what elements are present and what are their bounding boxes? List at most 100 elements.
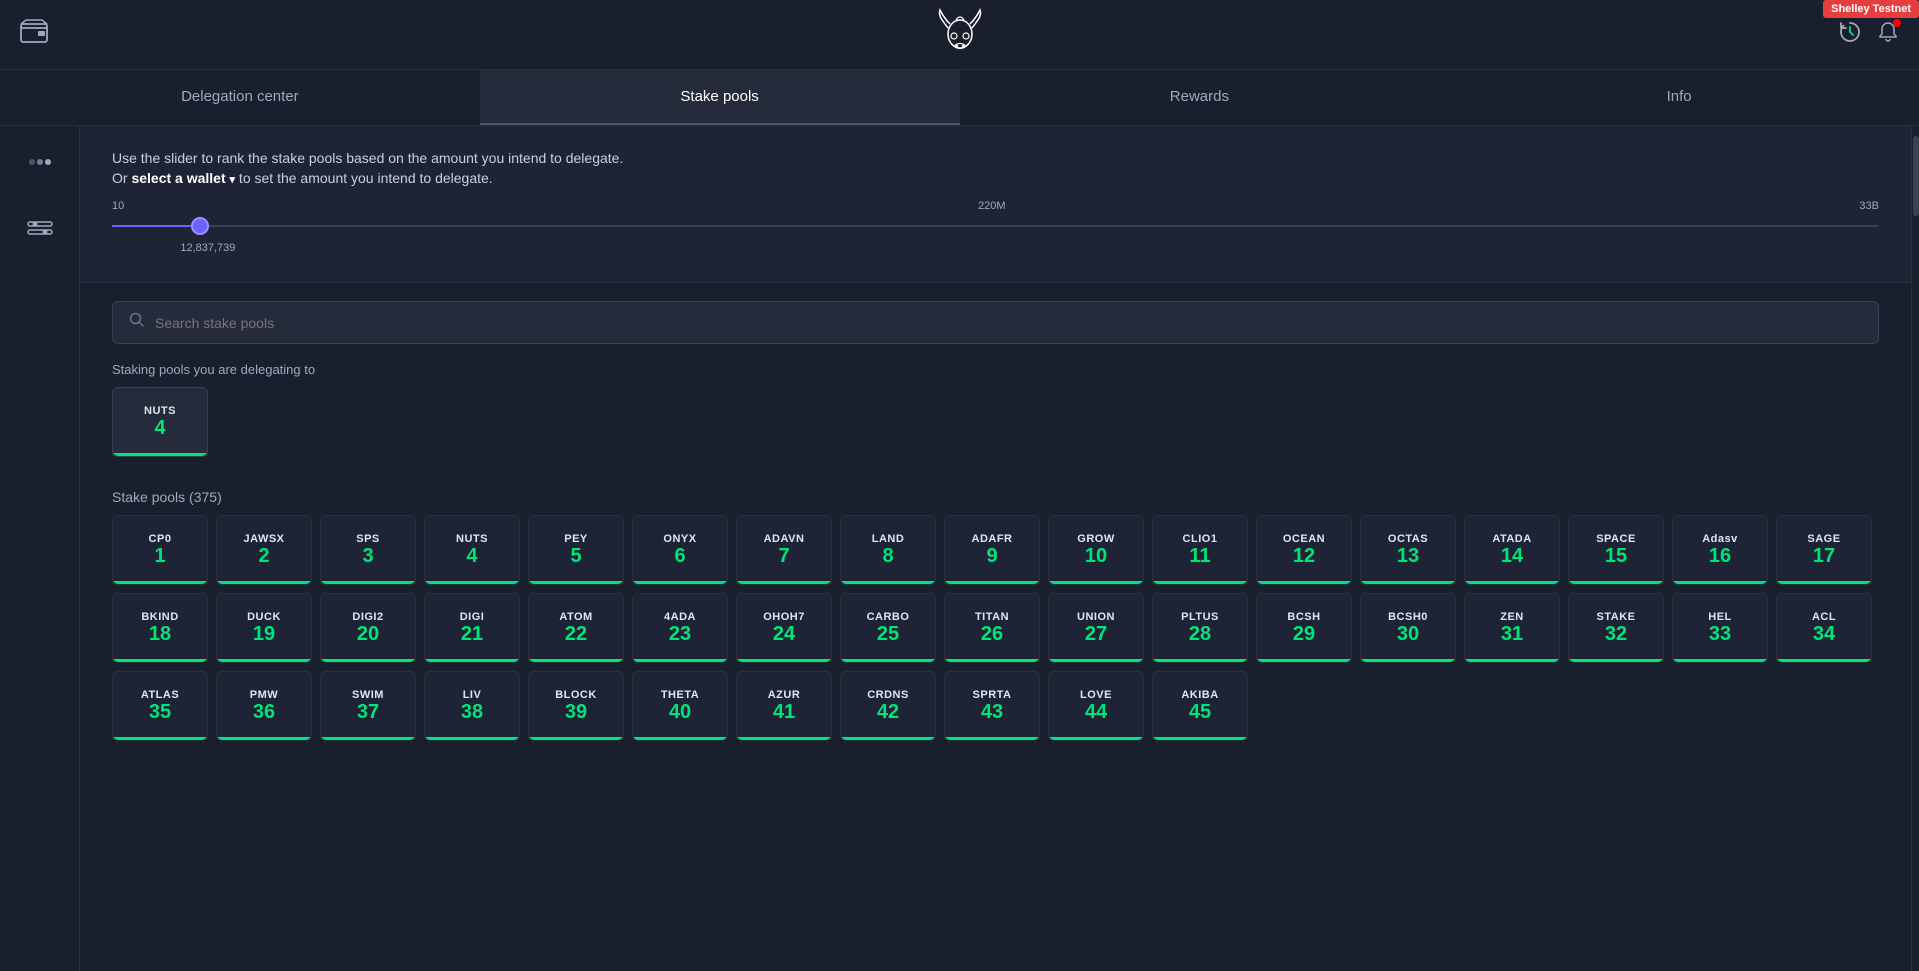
pool-card[interactable]: ATOM 22 [528,593,624,663]
pool-rank: 13 [1397,545,1419,568]
pool-name: NUTS [456,533,488,545]
slider-wrap[interactable] [112,216,1879,236]
scrollbar[interactable] [1911,126,1919,971]
pool-card[interactable]: CRDNS 42 [840,671,936,741]
pool-card[interactable]: DUCK 19 [216,593,312,663]
topbar-center [930,2,990,67]
main-layout: Use the slider to rank the stake pools b… [0,126,1919,971]
pool-card[interactable]: PEY 5 [528,515,624,585]
pool-card[interactable]: ADAVN 7 [736,515,832,585]
pool-name: HEL [1708,611,1732,623]
pool-card[interactable]: OHOH7 24 [736,593,832,663]
pool-name: SPRTA [973,689,1012,701]
scroll-thumb[interactable] [1913,136,1919,216]
content-area: Use the slider to rank the stake pools b… [80,126,1911,971]
pool-card[interactable]: 4ADA 23 [632,593,728,663]
pool-rank: 18 [149,623,171,646]
pool-grid: CP0 1 JAWSX 2 SPS 3 NUTS 4 PEY 5 ONYX 6 … [80,515,1911,757]
pool-rank: 23 [669,623,691,646]
topbar-left [20,19,48,50]
pool-card[interactable]: ZEN 31 [1464,593,1560,663]
pool-rank: 12 [1293,545,1315,568]
pool-rank: 26 [981,623,1003,646]
pool-card[interactable]: ATADA 14 [1464,515,1560,585]
pool-name: DIGI [460,611,485,623]
search-icon [129,312,145,333]
pool-rank: 20 [357,623,379,646]
tab-info[interactable]: Info [1439,70,1919,125]
pool-card[interactable]: JAWSX 2 [216,515,312,585]
tab-rewards[interactable]: Rewards [960,70,1440,125]
search-input[interactable] [155,315,1862,331]
pool-card[interactable]: ACL 34 [1776,593,1872,663]
pool-card[interactable]: SPACE 15 [1568,515,1664,585]
pool-rank: 32 [1605,623,1627,646]
slider-value: 12,837,739 [180,242,1879,254]
pool-card[interactable]: CLIO1 11 [1152,515,1248,585]
delegating-pool-name: NUTS [144,405,176,417]
pool-card[interactable]: UNION 27 [1048,593,1144,663]
slider-container: 10 220M 33B 12,837,739 [112,200,1879,254]
sidebar-loading-icon[interactable] [24,146,56,184]
pool-rank: 4 [466,545,477,568]
tab-stake-pools[interactable]: Stake pools [480,70,960,125]
pool-card[interactable]: ONYX 6 [632,515,728,585]
pool-card[interactable]: HEL 33 [1672,593,1768,663]
pool-card[interactable]: ADAFR 9 [944,515,1040,585]
sync-icon[interactable] [1839,21,1861,49]
pool-card[interactable]: BCSH0 30 [1360,593,1456,663]
pool-card[interactable]: NUTS 4 [424,515,520,585]
pool-card[interactable]: DIGI2 20 [320,593,416,663]
wallet-icon[interactable] [20,19,48,50]
pool-card[interactable]: SPS 3 [320,515,416,585]
pool-name: ZEN [1500,611,1524,623]
pool-card[interactable]: TITAN 26 [944,593,1040,663]
pool-card[interactable]: ATLAS 35 [112,671,208,741]
pool-card[interactable]: BKIND 18 [112,593,208,663]
pool-rank: 16 [1709,545,1731,568]
pool-name: LIV [463,689,482,701]
pool-rank: 24 [773,623,795,646]
pool-name: UNION [1077,611,1115,623]
pool-card[interactable]: SPRTA 43 [944,671,1040,741]
pool-card[interactable]: SWIM 37 [320,671,416,741]
pool-card[interactable]: CARBO 25 [840,593,936,663]
tab-delegation-center[interactable]: Delegation center [0,70,480,125]
delegating-label: Staking pools you are delegating to [80,362,1911,387]
delegating-pool-card[interactable]: NUTS 4 [112,387,208,457]
pool-card[interactable]: THETA 40 [632,671,728,741]
pool-card[interactable]: OCEAN 12 [1256,515,1352,585]
pool-rank: 25 [877,623,899,646]
slider-thumb[interactable] [191,217,209,235]
pool-name: DUCK [247,611,281,623]
pool-name: SPACE [1596,533,1636,545]
pool-card[interactable]: OCTAS 13 [1360,515,1456,585]
pool-name: SPS [356,533,380,545]
pool-card[interactable]: PMW 36 [216,671,312,741]
slider-track [112,225,1879,227]
pool-name: AZUR [768,689,801,701]
pool-card[interactable]: SAGE 17 [1776,515,1872,585]
pool-rank: 17 [1813,545,1835,568]
pool-card[interactable]: AZUR 41 [736,671,832,741]
pool-name: OHOH7 [763,611,805,623]
sidebar-settings-icon[interactable] [26,214,54,248]
delegating-pool-rank: 4 [154,417,165,440]
pool-card[interactable]: Adasv 16 [1672,515,1768,585]
pool-card[interactable]: BLOCK 39 [528,671,624,741]
pool-name: ATADA [1492,533,1531,545]
bell-icon[interactable] [1877,21,1899,49]
pool-card[interactable]: DIGI 21 [424,593,520,663]
pool-card[interactable]: AKIBA 45 [1152,671,1248,741]
pool-card[interactable]: LOVE 44 [1048,671,1144,741]
pool-name: TITAN [975,611,1009,623]
pool-card[interactable]: CP0 1 [112,515,208,585]
pool-card[interactable]: LIV 38 [424,671,520,741]
pool-card[interactable]: BCSH 29 [1256,593,1352,663]
slider-description-line2: Or select a wallet ▾ to set the amount y… [112,170,1879,186]
pool-card[interactable]: STAKE 32 [1568,593,1664,663]
pool-card[interactable]: LAND 8 [840,515,936,585]
pool-card[interactable]: PLTUS 28 [1152,593,1248,663]
pool-card[interactable]: GROW 10 [1048,515,1144,585]
select-wallet-link[interactable]: select a wallet ▾ [131,170,235,186]
